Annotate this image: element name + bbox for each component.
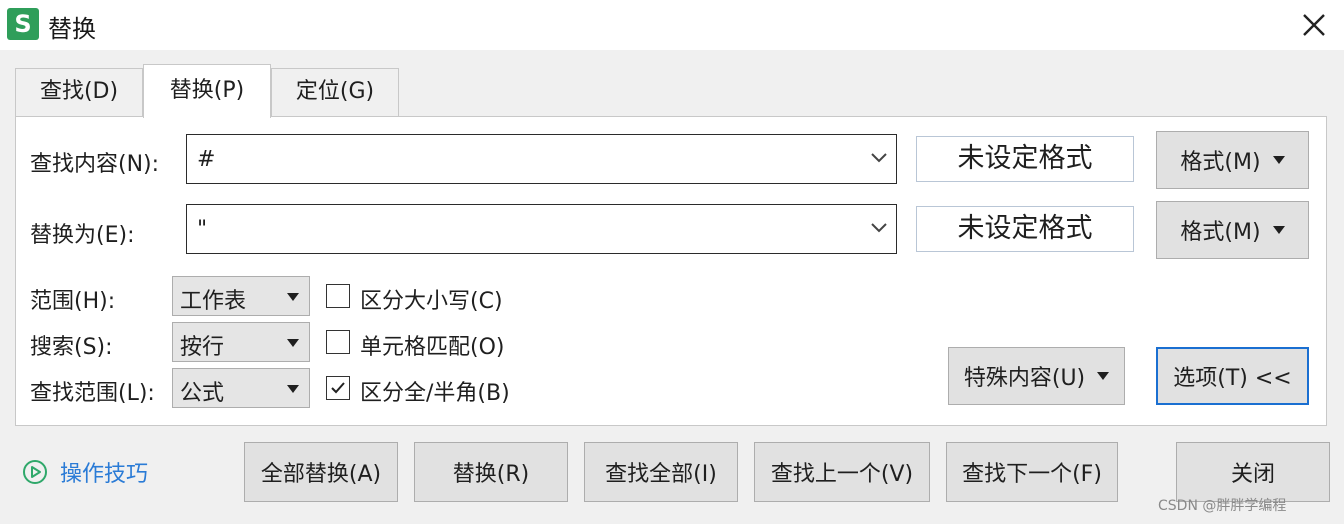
title-bar: S 替换 <box>0 0 1344 50</box>
lookin-label: 查找范围(L): <box>30 381 155 406</box>
dropdown-arrow-icon <box>1272 226 1285 234</box>
replace-format-status: 未设定格式 <box>916 206 1134 252</box>
special-content-button[interactable]: 特殊内容(U) <box>948 347 1125 405</box>
replace-button[interactable]: 替换(R) <box>414 442 568 502</box>
close-button[interactable]: 关闭 <box>1176 442 1330 502</box>
match-width-label: 区分全/半角(B) <box>360 381 510 406</box>
search-value: 按行 <box>180 335 225 360</box>
dropdown-arrow-icon <box>287 385 299 393</box>
find-value: # <box>197 147 216 172</box>
replace-value: " <box>197 217 208 242</box>
dropdown-arrow-icon <box>1097 372 1110 380</box>
watermark: CSDN @胖胖学编程 <box>1158 498 1287 514</box>
dropdown-arrow-icon <box>287 339 299 347</box>
special-content-label: 特殊内容(U) <box>963 366 1086 391</box>
tab-find[interactable]: 查找(D) <box>15 68 143 116</box>
find-format-button-label: 格式(M) <box>1180 150 1261 175</box>
options-toggle-label: 选项(T) << <box>1173 366 1292 391</box>
scope-label: 范围(H): <box>30 289 116 314</box>
search-label: 搜索(S): <box>30 335 113 360</box>
match-width-checkbox[interactable] <box>326 376 350 400</box>
tips-label: 操作技巧 <box>60 462 149 487</box>
search-select[interactable]: 按行 <box>172 322 310 362</box>
find-next-button[interactable]: 查找下一个(F) <box>946 442 1118 502</box>
scope-value: 工作表 <box>180 289 247 314</box>
tab-goto[interactable]: 定位(G) <box>271 68 399 116</box>
scope-select[interactable]: 工作表 <box>172 276 310 316</box>
lookin-select[interactable]: 公式 <box>172 368 310 408</box>
window-title: 替换 <box>48 15 96 43</box>
lookin-value: 公式 <box>180 381 225 406</box>
checkmark-icon <box>331 382 345 394</box>
play-circle-icon <box>23 460 47 484</box>
match-case-checkbox[interactable] <box>326 284 350 308</box>
find-format-status: 未设定格式 <box>916 136 1134 182</box>
tab-replace[interactable]: 替换(P) <box>143 64 271 118</box>
match-case-label: 区分大小写(C) <box>360 289 503 314</box>
app-logo-icon: S <box>7 8 39 40</box>
close-icon[interactable] <box>1294 6 1334 44</box>
chevron-down-icon[interactable] <box>870 151 888 165</box>
replace-all-button[interactable]: 全部替换(A) <box>244 442 398 502</box>
find-format-button[interactable]: 格式(M) <box>1156 131 1309 189</box>
replace-label: 替换为(E): <box>30 223 135 248</box>
match-cell-checkbox[interactable] <box>326 330 350 354</box>
find-previous-button[interactable]: 查找上一个(V) <box>754 442 930 502</box>
chevron-down-icon[interactable] <box>870 221 888 235</box>
replace-format-button[interactable]: 格式(M) <box>1156 201 1309 259</box>
find-input[interactable]: # <box>186 134 897 184</box>
options-toggle-button[interactable]: 选项(T) << <box>1156 347 1309 405</box>
tips-link[interactable]: 操作技巧 <box>22 457 148 487</box>
find-all-button[interactable]: 查找全部(I) <box>584 442 738 502</box>
replace-format-button-label: 格式(M) <box>1180 220 1261 245</box>
dropdown-arrow-icon <box>1272 156 1285 164</box>
find-label: 查找内容(N): <box>30 152 160 177</box>
match-cell-label: 单元格匹配(O) <box>360 335 505 360</box>
dropdown-arrow-icon <box>287 293 299 301</box>
replace-input[interactable]: " <box>186 204 897 254</box>
